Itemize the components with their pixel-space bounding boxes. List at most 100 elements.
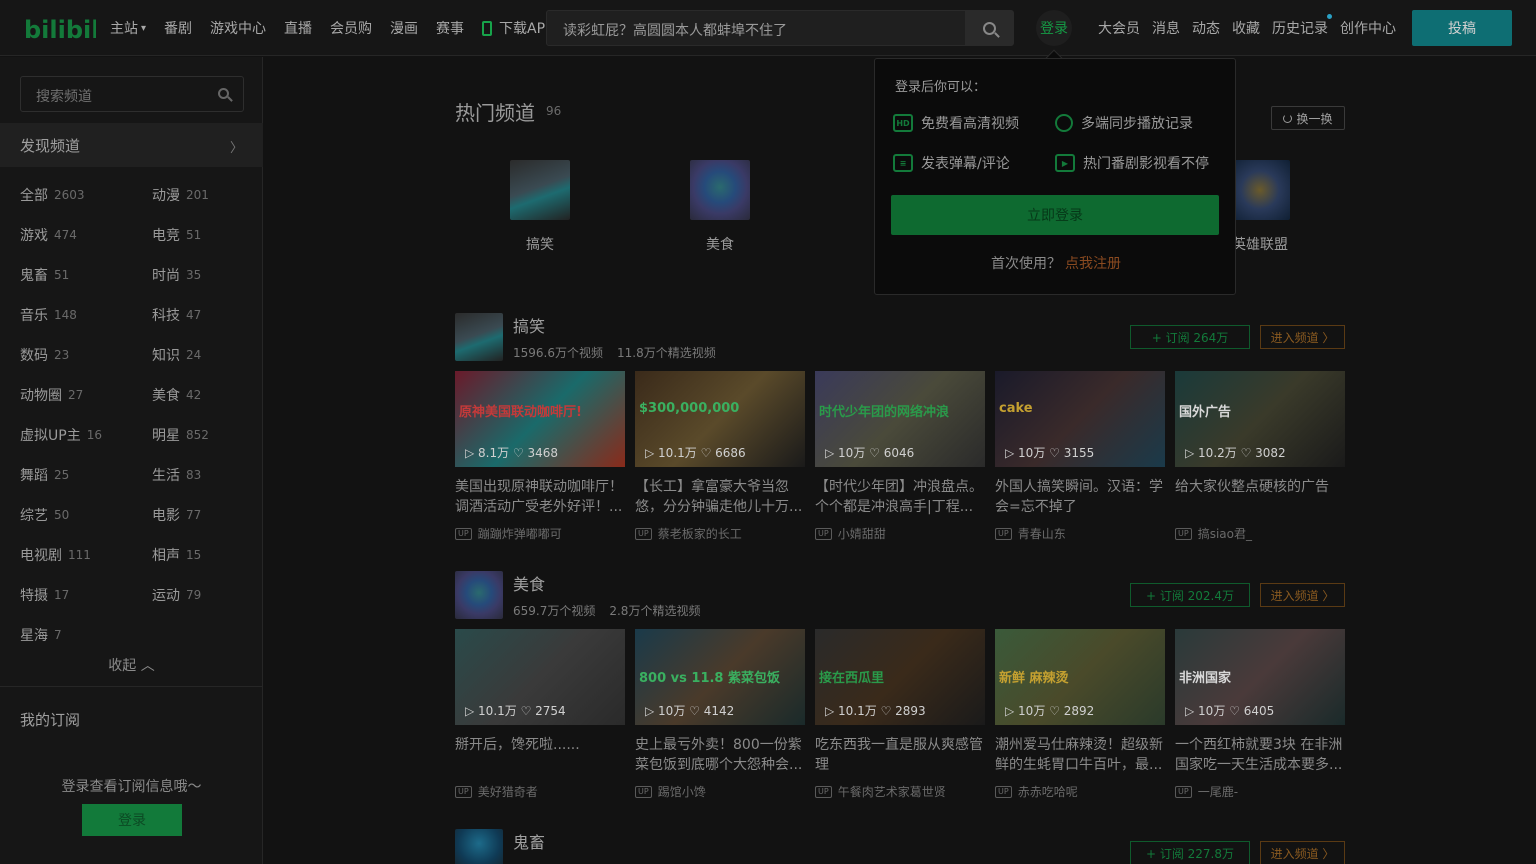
sidebar-category[interactable]: 明星 852 xyxy=(152,415,250,455)
sidebar-category[interactable]: 特摄 17 xyxy=(20,575,152,615)
section-name[interactable]: 美食 xyxy=(513,571,545,595)
sidebar-category[interactable]: 科技 47 xyxy=(152,295,250,335)
section-name[interactable]: 搞笑 xyxy=(513,313,545,337)
video-uploader[interactable]: UP 青春山东 xyxy=(995,525,1165,542)
link-history[interactable]: 历史记录 xyxy=(1272,14,1332,38)
video-uploader[interactable]: UP 搞siao君_ xyxy=(1175,525,1345,542)
sidebar-category[interactable]: 电竞 51 xyxy=(152,215,250,255)
upload-button[interactable]: 投稿 xyxy=(1412,10,1512,46)
link-creator-center[interactable]: 创作中心 xyxy=(1340,18,1396,38)
sidebar-category[interactable]: 鬼畜 51 xyxy=(20,255,152,295)
section-avatar[interactable] xyxy=(455,829,503,864)
hot-channel-funny[interactable]: 搞笑 xyxy=(510,160,570,254)
video-title[interactable]: 【时代少年团】冲浪盘点。个个都是冲浪高手|丁程... xyxy=(815,477,985,517)
nav-mall[interactable]: 会员购 xyxy=(330,18,372,38)
enter-channel-button[interactable]: 进入频道 〉 xyxy=(1260,325,1345,349)
video-uploader[interactable]: UP 蹦蹦炸弹嘟嘟可 xyxy=(455,525,625,542)
video-title[interactable]: 掰开后，馋死啦...... xyxy=(455,735,625,775)
sidebar-login-button[interactable]: 登录 xyxy=(82,804,182,836)
video-uploader[interactable]: UP 小婧甜甜 xyxy=(815,525,985,542)
section-avatar[interactable] xyxy=(455,313,503,361)
search-bar[interactable]: 读彩虹屁？高圆圆本人都蚌埠不住了 xyxy=(546,10,1014,46)
video-card[interactable]: 800 vs 11.8 紫菜包饭 ▷ 10万 ♡ 4142 史上最亏外卖！800一份… xyxy=(635,629,805,800)
video-title[interactable]: 外国人搞笑瞬间。汉语：学会=忘不掉了 xyxy=(995,477,1165,517)
register-link[interactable]: 点我注册 xyxy=(1065,256,1121,272)
video-title[interactable]: 给大家伙整点硬核的广告 xyxy=(1175,477,1345,517)
video-title[interactable]: 美国出现原神联动咖啡厅！调酒活动广受老外好评！... xyxy=(455,477,625,517)
video-thumbnail[interactable]: $300,000,000 ▷ 10.1万 ♡ 6686 xyxy=(635,371,805,467)
link-messages[interactable]: 消息 xyxy=(1152,18,1180,38)
login-avatar-button[interactable]: 登录 xyxy=(1036,10,1072,46)
nav-game-center[interactable]: 游戏中心 xyxy=(210,18,266,38)
subscribe-button[interactable]: + 订阅 227.8万 xyxy=(1130,841,1250,864)
video-uploader[interactable]: UP 赤赤吃哈呢 xyxy=(995,783,1165,800)
nav-anime[interactable]: 番剧 xyxy=(164,18,192,38)
sidebar-category[interactable]: 综艺 50 xyxy=(20,495,152,535)
nav-download-app[interactable]: 下载APP xyxy=(482,18,554,38)
nav-manga[interactable]: 漫画 xyxy=(390,18,418,38)
section-name[interactable]: 鬼畜 xyxy=(513,829,545,853)
video-card[interactable]: 非洲国家 ▷ 10万 ♡ 6405 一个西红柿就要3块 在非洲国家吃一天生活成本要多… xyxy=(1175,629,1345,800)
sidebar-category[interactable]: 知识 24 xyxy=(152,335,250,375)
section-avatar[interactable] xyxy=(455,571,503,619)
video-thumbnail[interactable]: 国外广告 ▷ 10.2万 ♡ 3082 xyxy=(1175,371,1345,467)
sidebar-category[interactable]: 数码 23 xyxy=(20,335,152,375)
video-card[interactable]: ▷ 10.1万 ♡ 2754 掰开后，馋死啦...... UP 美好猎奇者 xyxy=(455,629,625,800)
sidebar-category[interactable]: 运动 79 xyxy=(152,575,250,615)
link-vip[interactable]: 大会员 xyxy=(1098,18,1140,38)
video-thumbnail[interactable]: cake ▷ 10万 ♡ 3155 xyxy=(995,371,1165,467)
sidebar-category[interactable]: 时尚 35 xyxy=(152,255,250,295)
video-card[interactable]: 国外广告 ▷ 10.2万 ♡ 3082 给大家伙整点硬核的广告 UP 搞siao君_ xyxy=(1175,371,1345,542)
sidebar-category[interactable]: 生活 83 xyxy=(152,455,250,495)
link-dynamics[interactable]: 动态 xyxy=(1192,18,1220,38)
sidebar-category[interactable]: 星海 7 xyxy=(20,615,152,655)
video-thumbnail[interactable]: 原神美国联动咖啡厅! ▷ 8.1万 ♡ 3468 xyxy=(455,371,625,467)
search-input[interactable]: 读彩虹屁？高圆圆本人都蚌埠不住了 xyxy=(563,20,787,40)
sidebar-category[interactable]: 电影 77 xyxy=(152,495,250,535)
sidebar-category[interactable]: 电视剧 111 xyxy=(20,535,152,575)
enter-channel-button[interactable]: 进入频道 〉 xyxy=(1260,841,1345,864)
subscribe-button[interactable]: + 订阅 264万 xyxy=(1130,325,1250,349)
sidebar-category[interactable]: 美食 42 xyxy=(152,375,250,415)
hot-channel-lol[interactable]: 英雄联盟 xyxy=(1230,160,1290,254)
sidebar-category[interactable]: 全部 2603 xyxy=(20,175,152,215)
video-title[interactable]: 史上最亏外卖！800一份紫菜包饭到底哪个大怨种会... xyxy=(635,735,805,775)
link-favorites[interactable]: 收藏 xyxy=(1232,18,1260,38)
sidebar-category[interactable]: 相声 15 xyxy=(152,535,250,575)
video-uploader[interactable]: UP 美好猎奇者 xyxy=(455,783,625,800)
nav-live[interactable]: 直播 xyxy=(284,18,312,38)
refresh-button[interactable]: 换一换 xyxy=(1271,106,1345,130)
bilibili-logo[interactable]: bilibili xyxy=(24,12,96,44)
video-title[interactable]: 【长工】拿富豪大爷当忽悠，分分钟骗走他儿十万... xyxy=(635,477,805,517)
video-title[interactable]: 一个西红柿就要3块 在非洲国家吃一天生活成本要多... xyxy=(1175,735,1345,775)
video-card[interactable]: 时代少年团的网络冲浪 ▷ 10万 ♡ 6046 【时代少年团】冲浪盘点。个个都是冲浪… xyxy=(815,371,985,542)
video-thumbnail[interactable]: 800 vs 11.8 紫菜包饭 ▷ 10万 ♡ 4142 xyxy=(635,629,805,725)
video-card[interactable]: 接在西瓜里 ▷ 10.1万 ♡ 2893 吃东西我一直是服从爽感管理 UP 午餐肉艺术家… xyxy=(815,629,985,800)
video-uploader[interactable]: UP 蔡老板家的长工 xyxy=(635,525,805,542)
sidebar-category[interactable]: 游戏 474 xyxy=(20,215,152,255)
video-thumbnail[interactable]: 非洲国家 ▷ 10万 ♡ 6405 xyxy=(1175,629,1345,725)
hot-channel-food[interactable]: 美食 xyxy=(690,160,750,254)
search-button[interactable] xyxy=(965,11,1013,45)
video-uploader[interactable]: UP 一尾鹿- xyxy=(1175,783,1345,800)
sidebar-category[interactable]: 舞蹈 25 xyxy=(20,455,152,495)
sidebar-category[interactable]: 动物圈 27 xyxy=(20,375,152,415)
subscribe-button[interactable]: + 订阅 202.4万 xyxy=(1130,583,1250,607)
login-now-button[interactable]: 立即登录 xyxy=(891,195,1219,235)
video-uploader[interactable]: UP 踢馆小馋 xyxy=(635,783,805,800)
sidebar-category[interactable]: 动漫 201 xyxy=(152,175,250,215)
discover-channels[interactable]: 发现频道 〉 xyxy=(0,123,263,167)
sidebar-category[interactable]: 虚拟UP主 16 xyxy=(20,415,152,455)
sidebar-category[interactable]: 音乐 148 xyxy=(20,295,152,335)
collapse-button[interactable]: 收起 ︿ xyxy=(0,655,263,675)
nav-main-site[interactable]: 主站 ▾ xyxy=(110,18,146,38)
video-thumbnail[interactable]: ▷ 10.1万 ♡ 2754 xyxy=(455,629,625,725)
enter-channel-button[interactable]: 进入频道 〉 xyxy=(1260,583,1345,607)
video-thumbnail[interactable]: 时代少年团的网络冲浪 ▷ 10万 ♡ 6046 xyxy=(815,371,985,467)
channel-search-input[interactable]: 搜索频道 xyxy=(20,76,244,112)
video-card[interactable]: 新鲜 麻辣烫 ▷ 10万 ♡ 2892 潮州爱马仕麻辣烫！超级新鲜的生蚝胃口牛百叶，… xyxy=(995,629,1165,800)
video-uploader[interactable]: UP 午餐肉艺术家葛世贤 xyxy=(815,783,985,800)
video-thumbnail[interactable]: 接在西瓜里 ▷ 10.1万 ♡ 2893 xyxy=(815,629,985,725)
video-card[interactable]: cake ▷ 10万 ♡ 3155 外国人搞笑瞬间。汉语：学会=忘不掉了 UP 青春山东 xyxy=(995,371,1165,542)
video-thumbnail[interactable]: 新鲜 麻辣烫 ▷ 10万 ♡ 2892 xyxy=(995,629,1165,725)
